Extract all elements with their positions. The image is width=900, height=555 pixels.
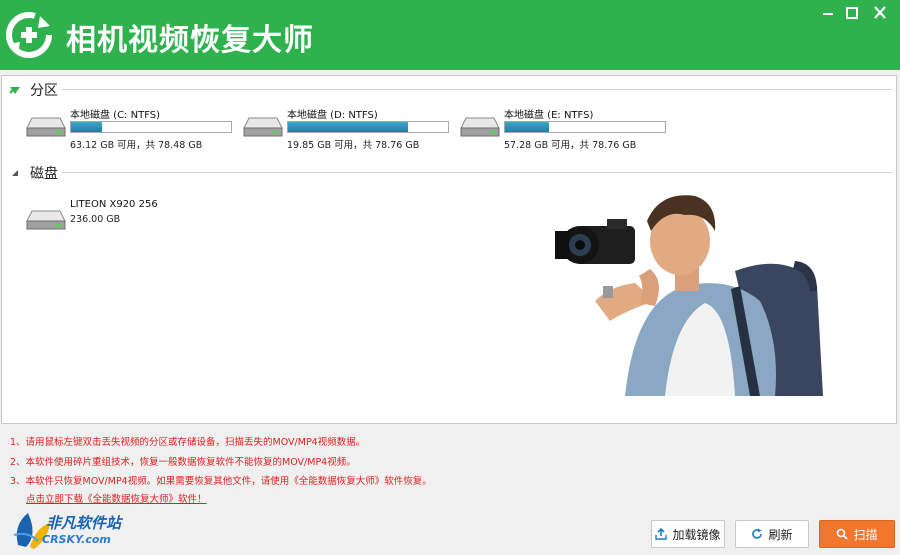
search-icon xyxy=(837,528,849,540)
hard-drive-icon xyxy=(460,117,500,137)
partition-drive-c[interactable]: 本地磁盘 (C: NTFS) 63.12 GB 可用，共 78.48 GB xyxy=(26,106,242,156)
close-icon[interactable] xyxy=(870,4,890,22)
partitions-title: 分区 xyxy=(30,83,58,99)
drive-size: 19.85 GB 可用，共 78.76 GB xyxy=(287,140,420,151)
watermark-subtext: CRSKY.com xyxy=(42,533,111,546)
minimize-icon[interactable] xyxy=(818,4,838,22)
usage-bar xyxy=(287,121,449,133)
refresh-button[interactable]: 刷新 xyxy=(735,520,809,548)
tip-3: 3、本软件只恢复MOV/MP4视频。如果需要恢复其他文件，请使用《全能数据恢复大… xyxy=(10,476,432,487)
scan-button[interactable]: 扫描 xyxy=(819,520,895,548)
photographer-illustration xyxy=(555,195,823,396)
partition-drive-e[interactable]: 本地磁盘 (E: NTFS) 57.28 GB 可用，共 78.76 GB xyxy=(460,106,676,156)
hard-drive-icon xyxy=(243,117,283,137)
load-image-button[interactable]: 加载镜像 xyxy=(651,520,725,548)
refresh-icon xyxy=(752,528,763,539)
divider xyxy=(62,172,892,173)
usage-bar xyxy=(504,121,666,133)
disk-size: 236.00 GB xyxy=(70,214,121,225)
tip-1: 1、请用鼠标左键双击丢失视频的分区或存储设备，扫描丢失的MOV/MP4视频数据。 xyxy=(10,437,366,448)
collapse-arrow-icon[interactable] xyxy=(8,83,22,97)
load-image-label: 加载镜像 xyxy=(672,527,721,542)
physical-disk[interactable]: LITEON X920 256 236.00 GB xyxy=(26,199,242,249)
drive-name: 本地磁盘 (E: NTFS) xyxy=(504,110,594,121)
disk-name: LITEON X920 256 xyxy=(70,199,158,210)
usage-bar-fill xyxy=(288,122,408,132)
title-bar: 相机视频恢复大师 xyxy=(0,0,900,70)
maximize-icon[interactable] xyxy=(842,4,862,22)
hard-drive-icon xyxy=(26,210,66,230)
usage-bar-fill xyxy=(71,122,103,132)
drive-size: 63.12 GB 可用，共 78.48 GB xyxy=(70,140,203,151)
drive-name: 本地磁盘 (C: NTFS) xyxy=(70,110,161,121)
refresh-label: 刷新 xyxy=(768,527,793,542)
app-logo-icon xyxy=(6,12,52,58)
collapse-arrow-icon[interactable] xyxy=(8,166,22,180)
usage-bar-fill xyxy=(505,122,549,132)
watermark-text: 非凡软件站 xyxy=(46,514,122,532)
usage-bar xyxy=(70,121,232,133)
disks-title: 磁盘 xyxy=(30,166,58,182)
hard-drive-icon xyxy=(26,117,66,137)
app-title: 相机视频恢复大师 xyxy=(66,23,314,58)
drive-size: 57.28 GB 可用，共 78.76 GB xyxy=(504,140,637,151)
upload-icon xyxy=(655,528,668,540)
device-panel: 分区 本地磁盘 (C: NTFS) 63.12 GB 可用，共 78.48 GB… xyxy=(1,75,897,424)
tip-2: 2、本软件使用碎片重组技术，恢复一般数据恢复软件不能恢复的MOV/MP4视频。 xyxy=(10,457,356,468)
divider xyxy=(62,89,892,90)
download-link[interactable]: 点击立即下载《全能数据恢复大师》软件！ xyxy=(26,491,207,505)
scan-label: 扫描 xyxy=(853,527,878,542)
drive-name: 本地磁盘 (D: NTFS) xyxy=(287,110,378,121)
partition-drive-d[interactable]: 本地磁盘 (D: NTFS) 19.85 GB 可用，共 78.76 GB xyxy=(243,106,459,156)
